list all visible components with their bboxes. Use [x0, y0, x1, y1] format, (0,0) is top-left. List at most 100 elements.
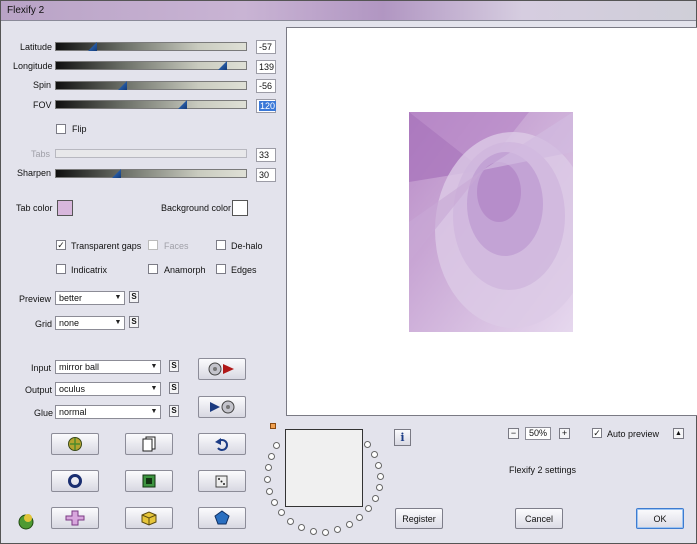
edges-checkbox[interactable]: [216, 264, 226, 274]
window-title: Flexify 2: [7, 5, 45, 16]
copy-button[interactable]: [125, 433, 173, 455]
cancel-button[interactable]: Cancel: [515, 508, 563, 529]
auto-preview-checkbox[interactable]: ✓: [592, 428, 602, 438]
transparent-gaps-checkbox[interactable]: ✓: [56, 240, 66, 250]
cube-icon: [141, 511, 157, 526]
orientation-dot[interactable]: [376, 484, 383, 491]
cross-icon: [65, 510, 85, 526]
input-s-button[interactable]: S: [169, 360, 179, 372]
spin-label: Spin: [33, 80, 52, 90]
orientation-dot[interactable]: [278, 509, 285, 516]
play-disc-icon: [210, 400, 235, 414]
grid-label: Grid: [35, 319, 53, 329]
orientation-dot[interactable]: [322, 529, 329, 536]
latitude-value[interactable]: -57: [256, 40, 276, 54]
info-button[interactable]: i: [394, 429, 411, 446]
sharpen-label: Sharpen: [17, 168, 52, 178]
orientation-dot[interactable]: [375, 462, 382, 469]
sharpen-slider-thumb[interactable]: [112, 169, 121, 178]
orientation-dot[interactable]: [265, 464, 272, 471]
dehalo-checkbox[interactable]: [216, 240, 226, 250]
sharpen-value[interactable]: 30: [256, 168, 276, 182]
orientation-dot[interactable]: [271, 499, 278, 506]
zoom-in-button[interactable]: +: [559, 428, 570, 439]
faces-checkbox[interactable]: [148, 240, 158, 250]
orientation-dot[interactable]: [298, 524, 305, 531]
orientation-dot[interactable]: [287, 518, 294, 525]
preview-image: [409, 112, 573, 332]
orientation-dot[interactable]: [268, 453, 275, 460]
fov-slider-thumb[interactable]: [178, 100, 187, 109]
fov-slider[interactable]: [55, 100, 247, 109]
glue-select[interactable]: normal ▼: [55, 405, 161, 419]
orientation-dot[interactable]: [356, 514, 363, 521]
transparent-gaps-label: Transparent gaps: [71, 241, 142, 251]
register-button[interactable]: Register: [395, 508, 443, 529]
tab-color-swatch[interactable]: [57, 200, 73, 216]
undo-icon: [215, 438, 228, 451]
orientation-dot[interactable]: [346, 521, 353, 528]
preview-quality-label: Preview: [19, 294, 52, 304]
thumbnail-navigator[interactable]: [285, 429, 363, 507]
ok-button[interactable]: OK: [636, 508, 684, 529]
cube-button[interactable]: [125, 507, 173, 529]
spin-value[interactable]: -56: [256, 79, 276, 93]
preview-quality-value: better: [59, 293, 83, 303]
output-s-button[interactable]: S: [169, 382, 179, 394]
orientation-dot[interactable]: [364, 441, 371, 448]
sharpen-slider[interactable]: [55, 169, 247, 178]
tabs-label: Tabs: [31, 149, 51, 159]
latitude-slider[interactable]: [55, 42, 247, 51]
input-select[interactable]: mirror ball ▼: [55, 360, 161, 374]
zoom-out-button[interactable]: −: [508, 428, 519, 439]
cross-button[interactable]: [51, 507, 99, 529]
indicatrix-checkbox[interactable]: [56, 264, 66, 274]
orientation-dot[interactable]: [365, 505, 372, 512]
longitude-label: Longitude: [13, 61, 53, 71]
longitude-value[interactable]: 139: [256, 60, 276, 74]
fov-value[interactable]: 120: [256, 99, 277, 113]
spin-slider-thumb[interactable]: [118, 81, 127, 90]
glue-s-button[interactable]: S: [169, 405, 179, 417]
random-globe-button[interactable]: [51, 433, 99, 455]
output-select[interactable]: oculus ▼: [55, 382, 161, 396]
ring-button[interactable]: [51, 470, 99, 492]
glue-label: Glue: [34, 408, 54, 418]
grid-select[interactable]: none ▼: [55, 316, 125, 330]
undo-button[interactable]: [198, 433, 246, 455]
pentagon-button[interactable]: [198, 507, 246, 529]
background-color-swatch[interactable]: [232, 200, 248, 216]
tabs-value[interactable]: 33: [256, 148, 276, 162]
orientation-dot[interactable]: [334, 526, 341, 533]
zoom-level[interactable]: 50%: [525, 427, 551, 440]
input-value: mirror ball: [59, 362, 100, 372]
frame-button[interactable]: [125, 470, 173, 492]
dice-button[interactable]: [198, 470, 246, 492]
orientation-dot[interactable]: [264, 476, 271, 483]
preview-quality-select[interactable]: better ▼: [55, 291, 125, 305]
flip-checkbox[interactable]: [56, 124, 66, 134]
flexify-dialog: Flexify 2 Latitude -57 Longitude 139 Spi…: [0, 0, 697, 544]
collapse-up-button[interactable]: ▲: [673, 428, 684, 439]
preview-canvas[interactable]: [286, 27, 697, 416]
grid-value: none: [59, 318, 80, 328]
orientation-dot[interactable]: [273, 442, 280, 449]
orientation-dot[interactable]: [310, 528, 317, 535]
input-play-button[interactable]: [198, 358, 246, 380]
output-play-button[interactable]: [198, 396, 246, 418]
longitude-slider[interactable]: [55, 61, 247, 70]
preview-s-button[interactable]: S: [129, 291, 139, 303]
grid-s-button[interactable]: S: [129, 316, 139, 328]
orientation-dot[interactable]: [372, 495, 379, 502]
tabs-slider[interactable]: [55, 149, 247, 158]
glue-value: normal: [59, 407, 87, 417]
anamorph-checkbox[interactable]: [148, 264, 158, 274]
disc-play-icon: [208, 362, 234, 376]
chevron-down-icon: ▼: [150, 363, 158, 370]
orientation-dot[interactable]: [266, 488, 273, 495]
latitude-slider-thumb[interactable]: [88, 42, 97, 51]
spin-slider[interactable]: [55, 81, 247, 90]
orientation-dot[interactable]: [371, 451, 378, 458]
orientation-dot[interactable]: [377, 473, 384, 480]
longitude-slider-thumb[interactable]: [218, 61, 227, 70]
